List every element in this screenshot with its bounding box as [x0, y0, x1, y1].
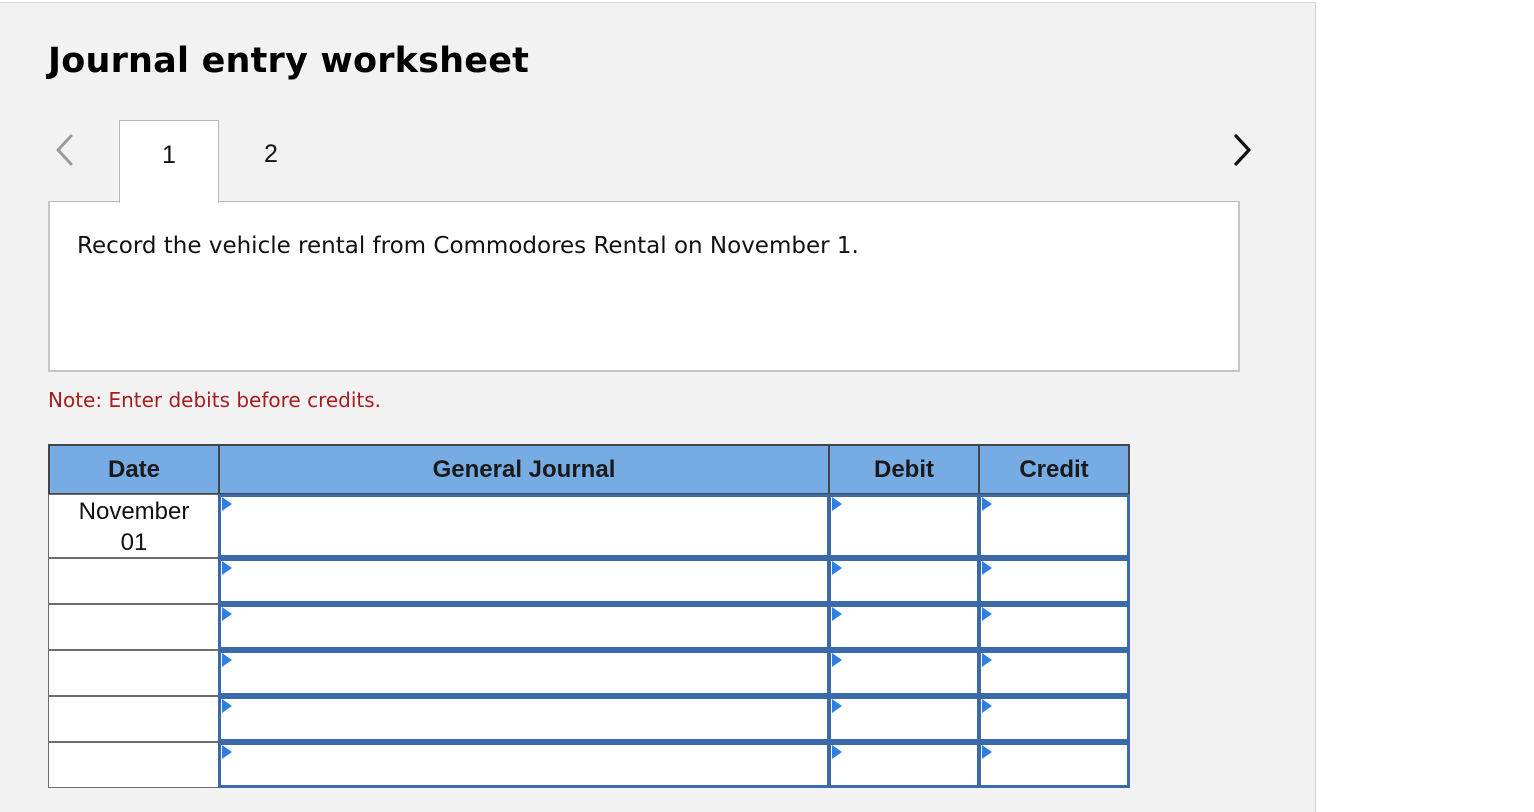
- table-row: [48, 696, 1130, 742]
- dropdown-indicator-icon: [222, 561, 232, 575]
- debit-input[interactable]: [828, 494, 980, 558]
- credit-input[interactable]: [978, 742, 1130, 788]
- account-input[interactable]: [218, 604, 830, 650]
- debit-input[interactable]: [828, 650, 980, 696]
- table-row: [48, 604, 1130, 650]
- tab-label: 2: [264, 140, 278, 168]
- dropdown-indicator-icon: [222, 653, 232, 667]
- account-input[interactable]: [218, 650, 830, 696]
- dropdown-indicator-icon: [832, 607, 842, 621]
- date-cell[interactable]: [48, 604, 220, 650]
- header-date: Date: [48, 444, 220, 495]
- account-input[interactable]: [218, 696, 830, 742]
- prev-entry-button[interactable]: [50, 130, 80, 170]
- table-row: November 01: [48, 494, 1130, 558]
- header-general-journal: General Journal: [218, 444, 830, 495]
- journal-table: Date General Journal Debit Credit Novemb…: [48, 444, 1130, 790]
- debit-input[interactable]: [828, 604, 980, 650]
- dropdown-indicator-icon: [222, 497, 232, 511]
- date-cell[interactable]: [48, 742, 220, 788]
- dropdown-indicator-icon: [832, 699, 842, 713]
- credit-input[interactable]: [978, 558, 1130, 604]
- dropdown-indicator-icon: [832, 745, 842, 759]
- note-text: Note: Enter debits before credits.: [48, 388, 382, 412]
- tab-label: 1: [162, 141, 176, 169]
- dropdown-indicator-icon: [982, 497, 992, 511]
- tab-entry-2[interactable]: 2: [221, 120, 321, 202]
- debit-input[interactable]: [828, 742, 980, 788]
- credit-input[interactable]: [978, 650, 1130, 696]
- tab-entry-1[interactable]: 1: [119, 120, 219, 203]
- credit-input[interactable]: [978, 494, 1130, 558]
- table-row: [48, 742, 1130, 788]
- table-row: [48, 650, 1130, 696]
- header-credit: Credit: [978, 444, 1130, 495]
- account-input[interactable]: [218, 494, 830, 558]
- date-cell[interactable]: November 01: [48, 494, 220, 558]
- dropdown-indicator-icon: [222, 607, 232, 621]
- worksheet-panel: Journal entry worksheet 1 2 Record the v…: [0, 2, 1316, 812]
- credit-input[interactable]: [978, 696, 1130, 742]
- dropdown-indicator-icon: [222, 745, 232, 759]
- date-day: 01: [120, 529, 148, 556]
- question-text: Record the vehicle rental from Commodore…: [77, 233, 859, 259]
- dropdown-indicator-icon: [222, 699, 232, 713]
- dropdown-indicator-icon: [982, 745, 992, 759]
- next-entry-button[interactable]: [1228, 130, 1258, 170]
- dropdown-indicator-icon: [832, 561, 842, 575]
- dropdown-indicator-icon: [982, 699, 992, 713]
- page-title: Journal entry worksheet: [48, 41, 530, 81]
- table-row: [48, 558, 1130, 604]
- dropdown-indicator-icon: [982, 653, 992, 667]
- date-cell[interactable]: [48, 558, 220, 604]
- date-cell[interactable]: [48, 696, 220, 742]
- date-cell[interactable]: [48, 650, 220, 696]
- debit-input[interactable]: [828, 696, 980, 742]
- dropdown-indicator-icon: [832, 653, 842, 667]
- credit-input[interactable]: [978, 604, 1130, 650]
- header-debit: Debit: [828, 444, 980, 495]
- chevron-right-icon: [1234, 134, 1251, 166]
- question-box: Record the vehicle rental from Commodore…: [48, 201, 1240, 372]
- dropdown-indicator-icon: [832, 497, 842, 511]
- dropdown-indicator-icon: [982, 607, 992, 621]
- account-input[interactable]: [218, 742, 830, 788]
- dropdown-indicator-icon: [982, 561, 992, 575]
- date-month: November: [78, 498, 190, 525]
- account-input[interactable]: [218, 558, 830, 604]
- chevron-left-icon: [56, 134, 73, 166]
- debit-input[interactable]: [828, 558, 980, 604]
